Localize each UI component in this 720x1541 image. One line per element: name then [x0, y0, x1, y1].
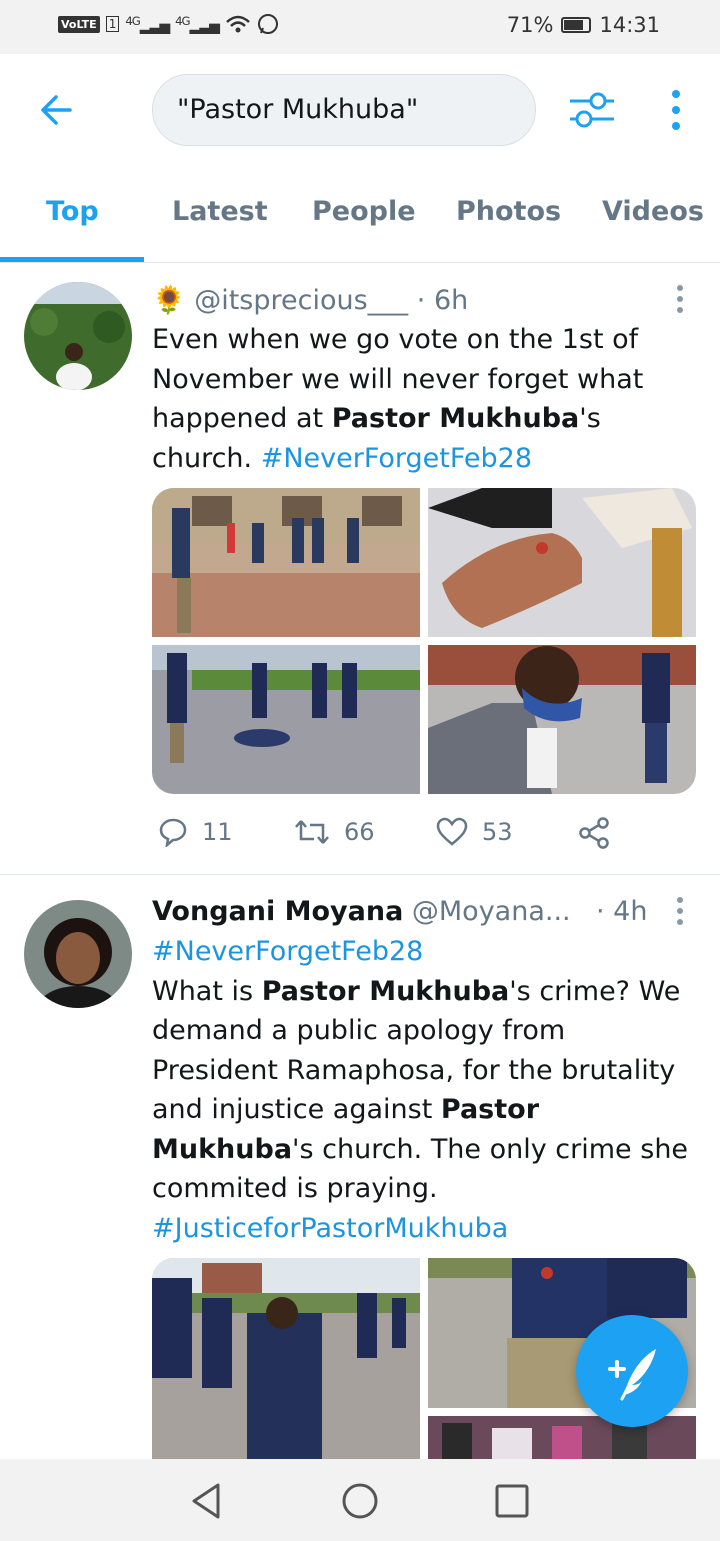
timestamp: · 6h: [416, 285, 469, 316]
clock: 14:31: [599, 13, 660, 37]
reply-button[interactable]: 11: [158, 817, 233, 847]
tweet-actions: 11 66 53: [152, 817, 672, 857]
like-count: 53: [482, 818, 513, 846]
reply-icon: [159, 818, 187, 847]
status-left: VoLTE 1 4G▂▃▅ 4G▂▃▅: [58, 13, 279, 35]
nav-recents-icon[interactable]: [494, 1483, 530, 1519]
volte-badge: VoLTE: [58, 15, 100, 33]
compose-tweet-icon: [608, 1349, 656, 1401]
avatar[interactable]: [24, 900, 132, 1008]
signal-2: 4G▂▃▅: [175, 13, 220, 35]
hashtag-link[interactable]: #NeverForgetFeb28: [152, 936, 423, 967]
retweet-button[interactable]: 66: [294, 817, 375, 847]
filter-sliders-icon[interactable]: [568, 88, 616, 132]
status-right: 71% 14:31: [507, 13, 660, 37]
status-bar: VoLTE 1 4G▂▃▅ 4G▂▃▅ 71% 14:31: [0, 0, 720, 54]
photo-police-arrest[interactable]: [152, 645, 420, 794]
signal-1: 4G▂▃▅: [125, 13, 170, 35]
system-navigation-bar: [0, 1459, 720, 1541]
retweet-count: 66: [344, 818, 375, 846]
sim-slot: 1: [105, 16, 120, 32]
handle[interactable]: @Moyana...: [412, 896, 571, 927]
battery-icon: [561, 17, 592, 33]
tweet-divider: [0, 874, 720, 875]
nav-back-icon[interactable]: [188, 1481, 224, 1521]
more-vertical-icon[interactable]: [664, 88, 688, 132]
tweet-header: 🌻 @itsprecious___ · 6h: [152, 284, 468, 316]
compose-tweet-button[interactable]: [576, 1315, 688, 1427]
tweet-text: Even when we go vote on the 1st of Novem…: [152, 324, 644, 474]
tweet-menu-icon[interactable]: [670, 284, 690, 314]
photo-police-street[interactable]: [152, 1258, 420, 1459]
tab-people[interactable]: People: [312, 196, 416, 227]
display-name[interactable]: Vongani Moyana: [152, 896, 403, 927]
reply-count: 11: [202, 818, 233, 846]
tab-photos[interactable]: Photos: [456, 196, 561, 227]
battery-percent: 71%: [506, 13, 554, 37]
handle[interactable]: @itsprecious___: [194, 285, 408, 316]
search-input[interactable]: "Pastor Mukhuba": [152, 74, 536, 146]
tab-videos[interactable]: Videos: [602, 196, 704, 227]
wifi-icon: [226, 15, 250, 33]
search-tabs: Top Latest People Photos Videos: [0, 166, 720, 263]
tweet-media-grid[interactable]: [152, 488, 696, 794]
tweet-menu-icon[interactable]: [670, 896, 690, 926]
avatar[interactable]: [24, 282, 132, 390]
back-arrow-icon[interactable]: [36, 90, 76, 130]
search-header: "Pastor Mukhuba": [0, 54, 720, 166]
hashtag-link[interactable]: #JusticeforPastorMukhuba: [152, 1213, 508, 1244]
timestamp: · 4h: [596, 896, 648, 927]
tab-top[interactable]: Top: [46, 196, 99, 227]
share-icon: [579, 817, 609, 849]
retweet-icon: [295, 820, 329, 844]
like-button[interactable]: 53: [436, 817, 513, 847]
tweet-text: #NeverForgetFeb28 What is Pastor Mukhuba'…: [152, 936, 689, 1244]
hashtag-link[interactable]: #NeverForgetFeb28: [261, 443, 532, 474]
sunflower-emoji: 🌻: [152, 285, 186, 316]
nav-home-icon[interactable]: [340, 1481, 380, 1521]
photo-injured-hand[interactable]: [428, 488, 696, 637]
photo-police-march[interactable]: [152, 488, 420, 637]
photo-injured-man[interactable]: [428, 645, 696, 794]
tweet[interactable]: 🌻 @itsprecious___ · 6h Even when we go v…: [0, 262, 720, 874]
heart-icon: [436, 817, 468, 846]
share-button[interactable]: [578, 817, 610, 849]
tweet-header: Vongani Moyana @Moyana...: [152, 896, 571, 927]
whatsapp-icon: [257, 14, 278, 34]
tab-latest[interactable]: Latest: [172, 196, 268, 227]
